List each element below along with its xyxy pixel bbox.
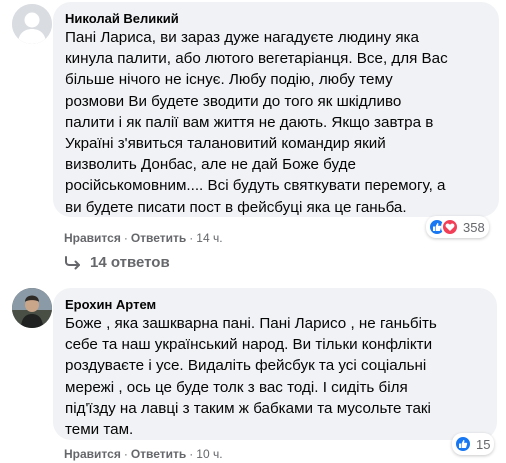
replies-label: 14 ответов: [90, 254, 170, 271]
reaction-count: 358: [463, 219, 485, 235]
comment-bubble: Николай Великий Пані Лариса, ви зараз ду…: [53, 2, 499, 217]
like-icon: [454, 435, 472, 453]
view-replies-button[interactable]: 14 ответов: [64, 254, 170, 271]
profile-photo: [12, 288, 52, 328]
reply-arrow-icon: [65, 255, 80, 269]
reply-button[interactable]: Ответить: [131, 231, 186, 245]
comment-timestamp[interactable]: 10 ч.: [196, 447, 222, 461]
comment-author[interactable]: Николай Великий: [65, 10, 487, 27]
comment-timestamp[interactable]: 14 ч.: [196, 231, 222, 245]
comment-text: Пані Лариса, ви зараз дуже нагадуєте люд…: [65, 29, 448, 216]
comment-actions: Нравится · Ответить · 14 ч.: [64, 230, 223, 246]
reaction-count: 15: [476, 436, 491, 452]
comment-bubble: Ерохин Артем Боже , яка зашкварна пані. …: [53, 288, 497, 440]
like-button[interactable]: Нравится: [64, 231, 121, 245]
comment-actions: Нравится · Ответить · 10 ч.: [64, 446, 223, 462]
reaction-summary[interactable]: 358: [426, 216, 489, 238]
separator-dot: ·: [123, 447, 128, 461]
love-icon: [441, 218, 459, 236]
comment-author[interactable]: Ерохин Артем: [65, 296, 485, 313]
avatar[interactable]: [12, 4, 52, 44]
separator-dot: ·: [189, 447, 194, 461]
avatar[interactable]: [12, 288, 52, 328]
reaction-summary[interactable]: 15: [452, 433, 495, 455]
separator-dot: ·: [189, 231, 194, 245]
comment-text: Боже , яка зашкварна пані. Пані Ларисо ,…: [65, 315, 437, 439]
default-avatar-icon: [12, 4, 52, 44]
separator-dot: ·: [123, 231, 128, 245]
reply-button[interactable]: Ответить: [131, 447, 186, 461]
like-button[interactable]: Нравится: [64, 447, 121, 461]
